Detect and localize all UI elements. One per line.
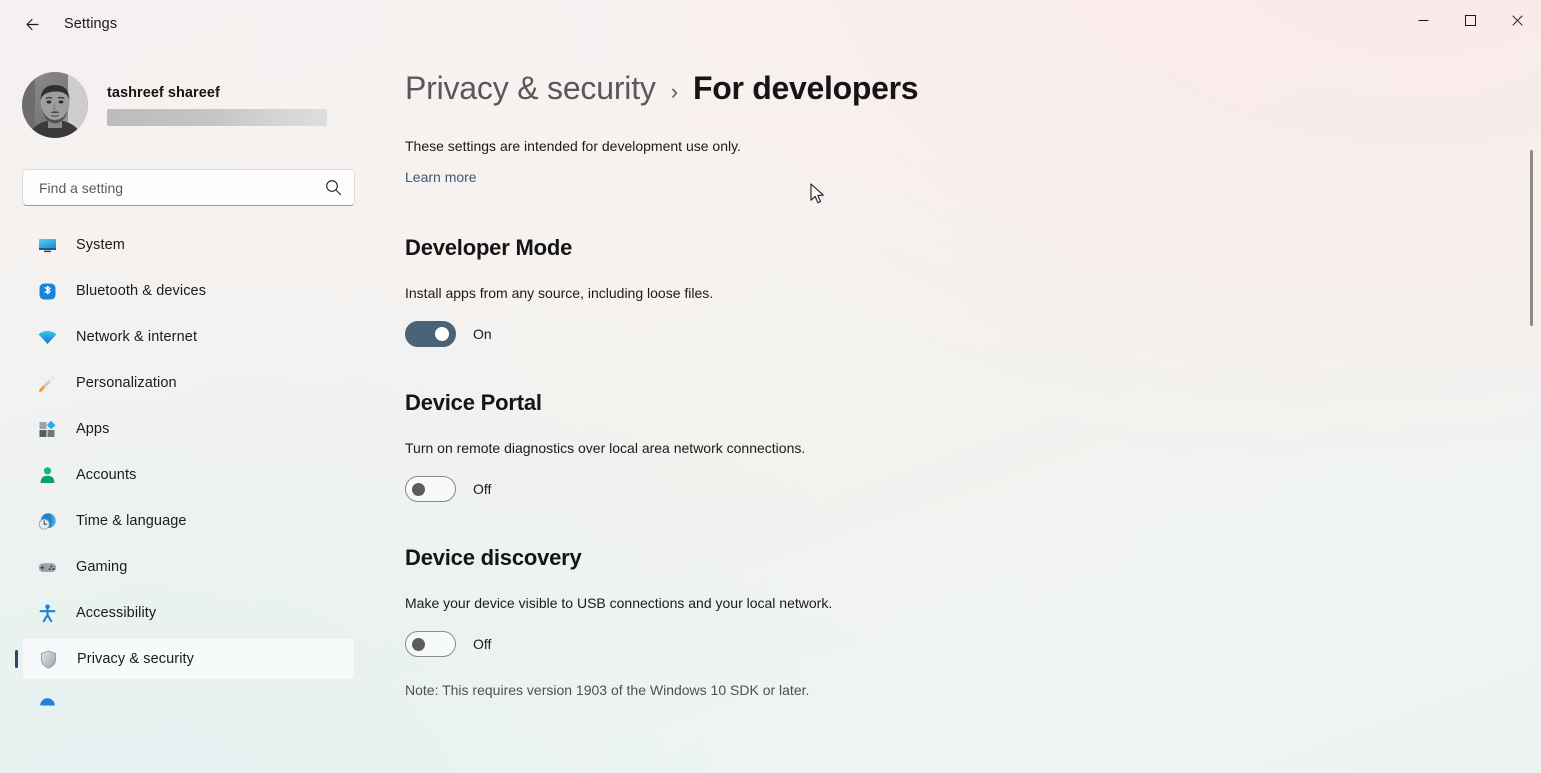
sidebar-item-label: Bluetooth & devices (76, 283, 207, 299)
avatar (22, 72, 88, 138)
back-button[interactable] (14, 8, 50, 40)
system-monitor-icon (36, 234, 58, 256)
search-box[interactable] (22, 169, 355, 206)
sidebar-item-apps[interactable]: Apps (22, 408, 355, 450)
app-title: Settings (64, 16, 118, 32)
shield-icon (37, 648, 59, 670)
sidebar-item-bluetooth-devices[interactable]: Bluetooth & devices (22, 270, 355, 312)
section-title: Device discovery (405, 545, 582, 570)
search-input[interactable] (39, 179, 325, 196)
sidebar-item-system[interactable]: System (22, 224, 355, 266)
section-title: Device Portal (405, 390, 542, 415)
sidebar-item-label: Personalization (76, 375, 177, 391)
section-title: Developer Mode (405, 235, 573, 260)
learn-more-link[interactable]: Learn more (405, 169, 477, 185)
developer-mode-toggle[interactable] (405, 321, 456, 347)
sidebar-item-privacy-security[interactable]: Privacy & security (22, 638, 355, 680)
maximize-button[interactable] (1447, 0, 1494, 40)
page-title: For developers (693, 70, 919, 106)
chevron-right-icon: › (670, 79, 679, 104)
windows-update-icon (36, 694, 58, 716)
search-icon (326, 180, 342, 196)
accessibility-person-icon (36, 602, 58, 624)
arrow-left-icon (25, 18, 39, 30)
sidebar-item-label: Accounts (76, 467, 137, 483)
sidebar-item-network-internet[interactable]: Network & internet (22, 316, 355, 358)
gamepad-icon (36, 556, 58, 578)
toggle-state-label: Off (473, 481, 492, 497)
person-icon (36, 464, 58, 486)
profile-text: tashreef shareef (107, 85, 327, 126)
wifi-icon (36, 326, 58, 348)
section-description: Install apps from any source, including … (405, 285, 714, 301)
scrollbar-thumb[interactable] (1530, 150, 1533, 326)
sidebar-item-label: Privacy & security (77, 651, 195, 667)
toggle-state-label: Off (473, 636, 492, 652)
minimize-icon (1418, 19, 1429, 21)
toggle-knob (412, 482, 425, 496)
settings-window: Settings tashreef shareef Find a setting… (0, 0, 1541, 773)
profile-name: tashreef shareef (107, 84, 220, 101)
sidebar-item-label: Gaming (76, 559, 128, 575)
section-developer-mode: Developer Mode Install apps from any sou… (405, 235, 1541, 347)
section-description: Turn on remote diagnostics over local ar… (405, 440, 806, 456)
close-icon (1512, 14, 1523, 26)
toggle-row: On (405, 321, 1541, 347)
window-controls (1400, 0, 1541, 48)
user-profile[interactable]: tashreef shareef (22, 72, 372, 138)
sidebar-item-label: System (76, 237, 125, 253)
sdk-note-text: Note: This requires version 1903 of the … (405, 682, 810, 698)
toggle-row: Off (405, 476, 1541, 502)
sidebar-item-label: Apps (76, 421, 110, 437)
section-device-discovery: Device discovery Make your device visibl… (405, 545, 1541, 657)
profile-email-redacted (107, 108, 327, 126)
sidebar-item-label: Accessibility (76, 605, 157, 621)
toggle-knob (412, 637, 425, 651)
intro-text: These settings are intended for developm… (405, 138, 741, 154)
sidebar: tashreef shareef Find a setting System B… (0, 48, 372, 773)
device-portal-toggle[interactable] (405, 476, 456, 502)
sidebar-item-time-language[interactable]: Time & language (22, 500, 355, 542)
minimize-button[interactable] (1400, 0, 1447, 40)
apps-icon (36, 418, 58, 440)
sidebar-item-windows-update[interactable] (22, 684, 355, 726)
sidebar-item-label: Network & internet (76, 329, 198, 345)
toggle-row: Off (405, 631, 1541, 657)
toggle-state-label: On (473, 326, 492, 342)
paintbrush-icon (36, 372, 58, 394)
main-content: Privacy & security › For developers Thes… (372, 48, 1541, 773)
breadcrumb: Privacy & security › For developers (405, 70, 1541, 107)
sidebar-item-gaming[interactable]: Gaming (22, 546, 355, 588)
section-device-portal: Device Portal Turn on remote diagnostics… (405, 390, 1541, 502)
device-discovery-toggle[interactable] (405, 631, 456, 657)
sidebar-nav: System Bluetooth & devices Network & int… (0, 224, 372, 726)
clock-globe-icon (36, 510, 58, 532)
sidebar-item-accessibility[interactable]: Accessibility (22, 592, 355, 634)
bluetooth-icon (36, 280, 58, 302)
sidebar-item-personalization[interactable]: Personalization (22, 362, 355, 404)
breadcrumb-parent[interactable]: Privacy & security (405, 70, 656, 107)
maximize-icon (1465, 14, 1476, 26)
section-description: Make your device visible to USB connecti… (405, 595, 833, 611)
sidebar-item-label: Time & language (76, 513, 187, 529)
avatar-photo-icon (22, 72, 88, 138)
toggle-knob (435, 327, 449, 341)
close-button[interactable] (1494, 0, 1541, 40)
sidebar-item-accounts[interactable]: Accounts (22, 454, 355, 496)
title-bar: Settings (0, 0, 1541, 48)
scrollbar-track[interactable] (1526, 48, 1538, 773)
